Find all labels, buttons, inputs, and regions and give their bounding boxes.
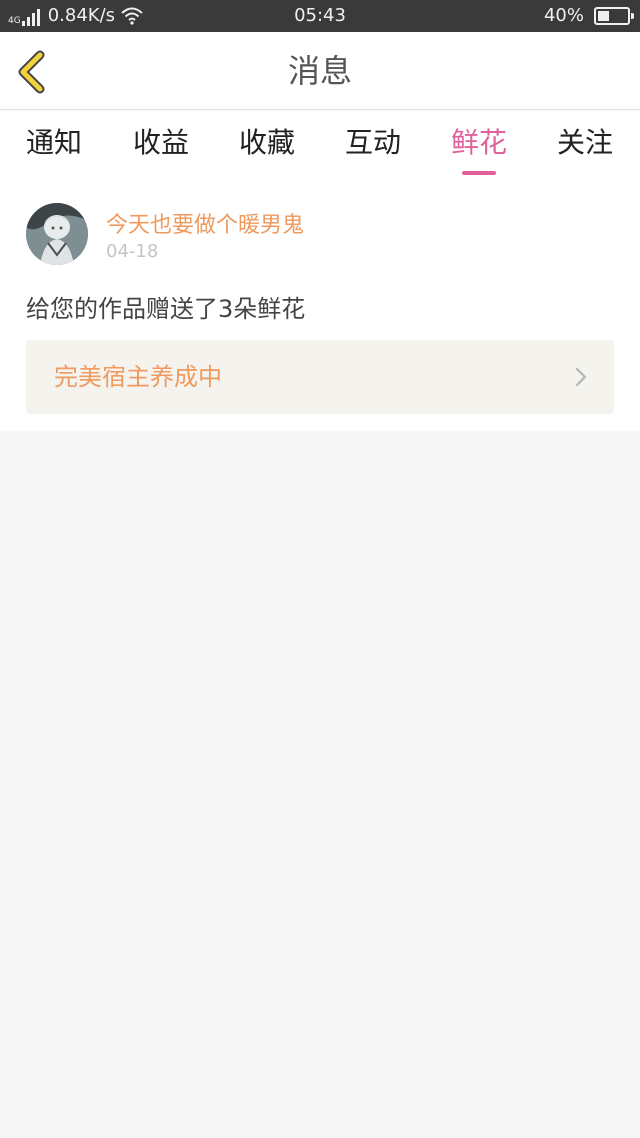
tab-notifications[interactable]: 通知	[14, 121, 94, 161]
tab-favorites[interactable]: 收藏	[227, 121, 307, 161]
tab-label: 关注	[556, 126, 613, 159]
work-link[interactable]: 完美宿主养成中	[26, 340, 614, 414]
tab-earnings[interactable]: 收益	[121, 121, 201, 161]
status-right: 40%	[543, 0, 634, 32]
battery-percent: 40%	[543, 5, 584, 26]
tab-label: 收益	[132, 126, 189, 159]
sender-username[interactable]: 今天也要做个暖男鬼	[106, 207, 304, 239]
chevron-right-icon	[575, 367, 587, 387]
tab-follows[interactable]: 关注	[545, 121, 625, 161]
tab-label: 鲜花	[450, 126, 507, 159]
page-title: 消息	[287, 52, 352, 90]
message-card: 今天也要做个暖男鬼 04-18 给您的作品赠送了3朵鲜花 完美宿主养成中	[0, 181, 640, 431]
tab-bar: 通知 收益 收藏 互动 鲜花 关注	[0, 111, 640, 181]
message-date: 04-18	[106, 241, 159, 262]
work-title: 完美宿主养成中	[54, 363, 222, 391]
battery-icon	[594, 7, 634, 25]
active-tab-indicator	[462, 171, 496, 175]
tab-label: 收藏	[238, 126, 295, 159]
avatar-image	[26, 203, 88, 265]
message-text: 给您的作品赠送了3朵鲜花	[26, 295, 306, 323]
tab-interactions[interactable]: 互动	[333, 121, 413, 161]
status-bar: 4G 0.84K/s 05:43 40%	[0, 0, 640, 32]
avatar[interactable]	[26, 203, 88, 265]
nav-bar: 消息	[0, 32, 640, 110]
tab-label: 通知	[25, 126, 82, 159]
tab-flowers[interactable]: 鲜花	[439, 121, 519, 175]
tab-label: 互动	[344, 126, 401, 159]
